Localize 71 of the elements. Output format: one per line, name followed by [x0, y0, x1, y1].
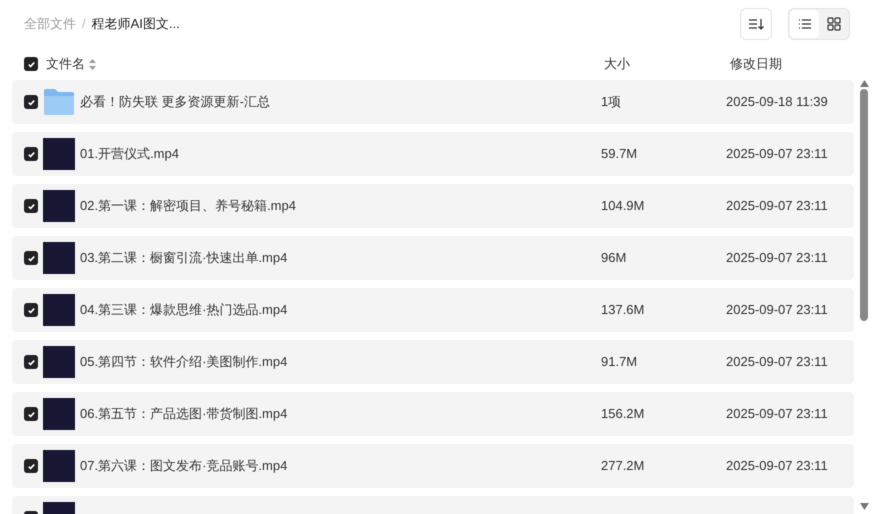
column-header: 修改日期 [730, 55, 782, 74]
checkbox[interactable] [24, 407, 38, 421]
video-thumbnail [43, 138, 75, 170]
modified-date: 2025-09-07 23:11 [726, 301, 828, 320]
sort-descending-icon [748, 17, 764, 31]
checkbox[interactable] [24, 57, 38, 71]
file-row[interactable]: 06.第五节：产品选图·带货制图.mp4 156.2M 2025-09-07 23:11 [12, 392, 854, 436]
file-row[interactable]: 04.第三课：爆款思维·热门选品.mp4 137.6M 2025-09-07 23:11 [12, 288, 854, 332]
video-thumbnail [43, 294, 75, 326]
folder-icon [43, 88, 75, 116]
file-name: 02.第一课：解密项目、养号秘籍.mp4 [80, 198, 296, 214]
checkbox[interactable] [24, 303, 38, 317]
checkbox[interactable] [24, 199, 38, 213]
sort-icon [89, 58, 96, 70]
file-row[interactable]: 01.开营仪式.mp4 59.7M 2025-09-07 23:11 [12, 132, 854, 176]
checkbox[interactable] [24, 147, 38, 161]
list-view-button[interactable] [790, 10, 819, 38]
scroll-up-icon[interactable] [860, 80, 868, 87]
file-name: 05.第四节：软件介绍·美图制作.mp4 [80, 354, 288, 370]
file-name: 04.第三课：爆款思维·热门选品.mp4 [80, 302, 288, 318]
checkmark-icon [26, 462, 36, 470]
modified-date: 2025-09-07 23:11 [726, 249, 828, 268]
video-thumbnail [43, 450, 75, 482]
modified-date: 2025-09-07 23:11 [726, 457, 828, 476]
modified-date: 2025-09-07 23:11 [726, 145, 828, 164]
file-row[interactable]: 03.第二课：橱窗引流·快速出单.mp4 96M 2025-09-07 23:11 [12, 236, 854, 280]
file-size: 156.2M [601, 406, 644, 422]
modified-date: 2025-09-07 23:11 [726, 197, 828, 216]
file-name: 03.第二课：橱窗引流·快速出单.mp4 [80, 250, 288, 266]
video-thumbnail [43, 242, 75, 274]
list-icon [798, 18, 812, 30]
file-name: 06.第五节：产品选图·带货制图.mp4 [80, 406, 288, 422]
file-size: 96M [601, 250, 626, 266]
file-name: 01.开营仪式.mp4 [80, 146, 179, 162]
breadcrumb-item[interactable]: 程老师AI图文... [92, 14, 180, 34]
column-header[interactable]: 文件名 [46, 54, 85, 74]
video-thumbnail [43, 398, 75, 430]
checkmark-icon [26, 150, 36, 158]
file-name: 07.第六课：图文发布·竞品账号.mp4 [80, 458, 288, 474]
file-row[interactable]: 必看！防失联 更多资源更新-汇总 1项 2025-09-18 11:39 [12, 80, 854, 124]
checkmark-icon [26, 202, 36, 210]
file-row[interactable]: 02.第一课：解密项目、养号秘籍.mp4 104.9M 2025-09-07 23:11 [12, 184, 854, 228]
file-size: 59.7M [601, 146, 638, 162]
file-name: 必看！防失联 更多资源更新-汇总 [80, 94, 270, 110]
checkmark-icon [26, 60, 36, 68]
checkbox[interactable] [24, 459, 38, 473]
file-row[interactable]: 07.第六课：图文发布·竞品账号.mp4 277.2M 2025-09-07 23:11 [12, 444, 854, 488]
file-size: 277.2M [601, 458, 644, 474]
modified-date: 2025-09-07 23:11 [726, 405, 828, 424]
checkmark-icon [26, 254, 36, 262]
sort-button[interactable] [740, 8, 772, 40]
checkmark-icon [26, 306, 36, 314]
video-thumbnail [43, 190, 75, 222]
column-header: 大小 [604, 55, 631, 74]
checkmark-icon [26, 358, 36, 366]
checkmark-icon [26, 410, 36, 418]
checkmark-icon [26, 98, 36, 106]
file-size: 91.7M [601, 354, 638, 370]
modified-date: 2025-09-18 11:39 [726, 93, 828, 112]
file-size: 1项 [601, 94, 622, 110]
file-row[interactable]: 05.第四节：软件介绍·美图制作.mp4 91.7M 2025-09-07 23:11 [12, 340, 854, 384]
modified-date: 2025-09-07 23:11 [726, 353, 828, 372]
checkbox[interactable] [24, 251, 38, 265]
checkbox[interactable] [24, 355, 38, 369]
file-size: 137.6M [601, 302, 644, 318]
checkbox[interactable] [24, 95, 38, 109]
breadcrumb-separator: / [82, 15, 86, 34]
file-size: 104.9M [601, 198, 644, 214]
scroll-down-icon[interactable] [860, 503, 868, 510]
grid-icon [826, 17, 840, 31]
video-thumbnail [43, 346, 75, 378]
